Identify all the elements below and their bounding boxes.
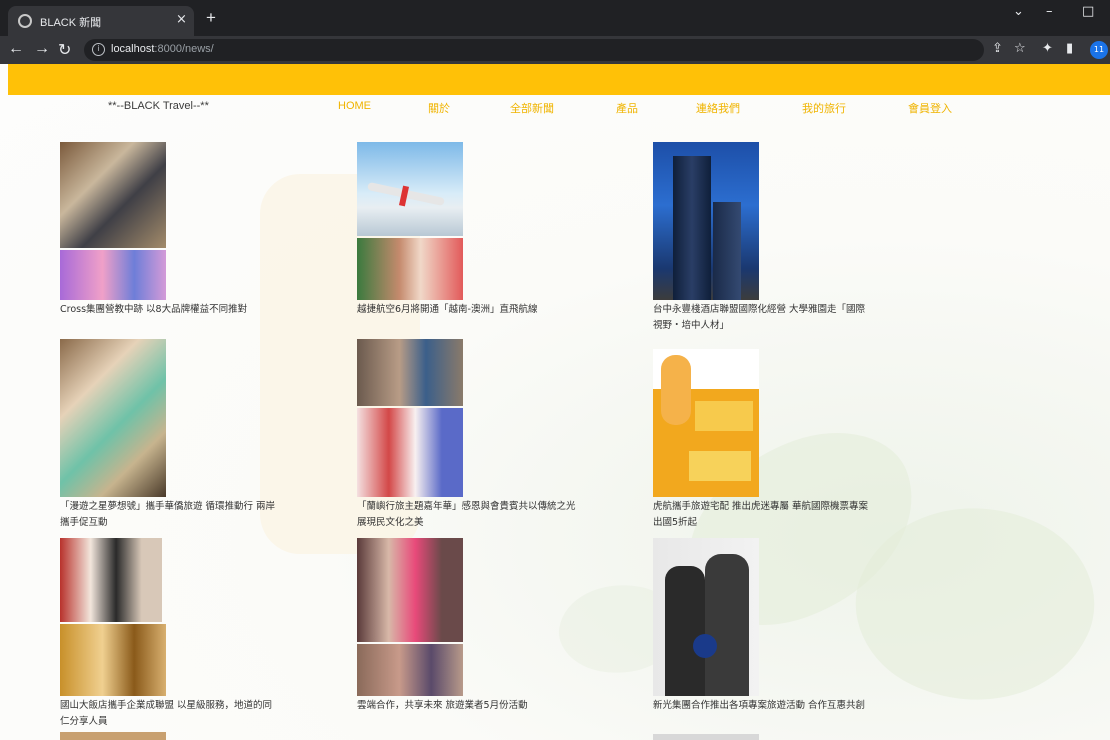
news-caption[interactable]: 虎航攜手旅遊宅配 推出虎迷專屬 華航國際機票專案 出國5折起 <box>653 499 873 531</box>
minimize-icon[interactable]: – <box>1046 4 1053 19</box>
star-icon[interactable]: ☆ <box>1014 41 1026 56</box>
news-image[interactable] <box>60 732 166 740</box>
news-caption[interactable]: Cross集團營教中跡 以8大品牌權益不同推對 <box>60 302 280 318</box>
news-image[interactable] <box>60 339 166 497</box>
news-image[interactable] <box>60 142 166 248</box>
back-icon[interactable]: ← <box>8 40 24 58</box>
new-tab-button[interactable]: + <box>206 8 216 28</box>
browser-toolbar: ← → ↻ i localhost:8000/news/ ⇪ ☆ ✦ ▮ 11 <box>0 36 1110 64</box>
news-image[interactable] <box>357 408 463 497</box>
news-caption[interactable]: 雲端合作，共享未來 旅遊業者5月份活動 <box>357 698 577 714</box>
forward-icon[interactable]: → <box>34 40 50 58</box>
globe-icon <box>18 14 32 28</box>
main-navigation: **--BLACK Travel--** HOME 關於 全部新聞 產品 連絡我… <box>8 95 1110 121</box>
chevron-down-icon[interactable]: ⌄ <box>1013 4 1024 19</box>
avatar[interactable]: 11 <box>1090 41 1108 59</box>
award-plaque <box>693 634 717 658</box>
site-brand[interactable]: **--BLACK Travel--** <box>108 100 209 112</box>
tab-close-icon[interactable]: × <box>176 12 187 27</box>
nav-link-contact[interactable]: 連絡我們 <box>696 100 740 116</box>
news-caption[interactable]: 越捷航空6月將開通「越南-澳洲」直飛航線 <box>357 302 577 318</box>
page-viewport: **--BLACK Travel--** HOME 關於 全部新聞 產品 連絡我… <box>0 64 1110 740</box>
browser-tab[interactable]: BLACK 新聞 × <box>8 6 194 36</box>
news-image[interactable] <box>653 142 759 300</box>
browser-tab-strip: BLACK 新聞 × + ⌄ – □ <box>0 0 1110 36</box>
news-image[interactable] <box>357 339 463 406</box>
news-image[interactable] <box>60 624 166 696</box>
news-image[interactable] <box>653 734 759 740</box>
news-image[interactable] <box>357 238 463 300</box>
top-banner <box>8 64 1110 95</box>
news-image[interactable] <box>653 349 759 497</box>
nav-link-login[interactable]: 會員登入 <box>908 100 952 116</box>
news-image[interactable] <box>60 538 162 622</box>
news-image[interactable] <box>653 538 759 696</box>
news-caption[interactable]: 新光集團合作推出各項專案旅遊活動 合作互惠共創 <box>653 698 873 714</box>
news-caption[interactable]: 「蘭嶼行旅主題嘉年華」感恩與會貴賓共以傳統之光展現民文化之美 <box>357 499 577 531</box>
news-image[interactable] <box>357 538 463 642</box>
url-host: localhost <box>111 43 155 55</box>
tab-title: BLACK 新聞 <box>40 17 102 29</box>
extensions-icon[interactable]: ✦ <box>1042 41 1053 56</box>
url-text: localhost:8000/news/ <box>111 43 214 55</box>
news-image[interactable] <box>357 644 463 696</box>
nav-link-all-news[interactable]: 全部新聞 <box>510 100 554 116</box>
nav-link-my-trips[interactable]: 我的旅行 <box>802 100 846 116</box>
address-bar[interactable]: i localhost:8000/news/ <box>84 39 984 61</box>
nav-link-home[interactable]: HOME <box>338 100 371 112</box>
reload-icon[interactable]: ↻ <box>58 40 71 60</box>
url-path: :8000/news/ <box>154 43 214 55</box>
maximize-icon[interactable]: □ <box>1082 4 1094 19</box>
nav-link-about[interactable]: 關於 <box>428 100 450 116</box>
nav-link-products[interactable]: 產品 <box>616 100 638 116</box>
ad-discount-block <box>689 451 751 481</box>
ad-title-block <box>695 401 753 431</box>
news-caption[interactable]: 「漫遊之星夢想號」攜手華僑旅遊 循環推動行 兩岸攜手促互動 <box>60 499 280 531</box>
news-caption[interactable]: 台中永豐棧酒店聯盟國際化經營 大學雅園走「國際視野・培中人材」 <box>653 302 873 334</box>
building-shape <box>713 202 741 300</box>
share-icon[interactable]: ⇪ <box>992 41 1003 56</box>
news-image[interactable] <box>357 142 463 236</box>
news-image[interactable] <box>60 250 166 300</box>
tiger-mascot <box>661 355 691 425</box>
news-caption[interactable]: 國山大飯店攜手企業成聯盟 以星級服務，地道的同仁分享人員 <box>60 698 280 730</box>
building-shape <box>673 156 711 300</box>
person-shape <box>665 566 705 696</box>
person-shape <box>705 554 749 696</box>
info-icon[interactable]: i <box>92 43 105 56</box>
sidepanel-icon[interactable]: ▮ <box>1066 41 1073 56</box>
